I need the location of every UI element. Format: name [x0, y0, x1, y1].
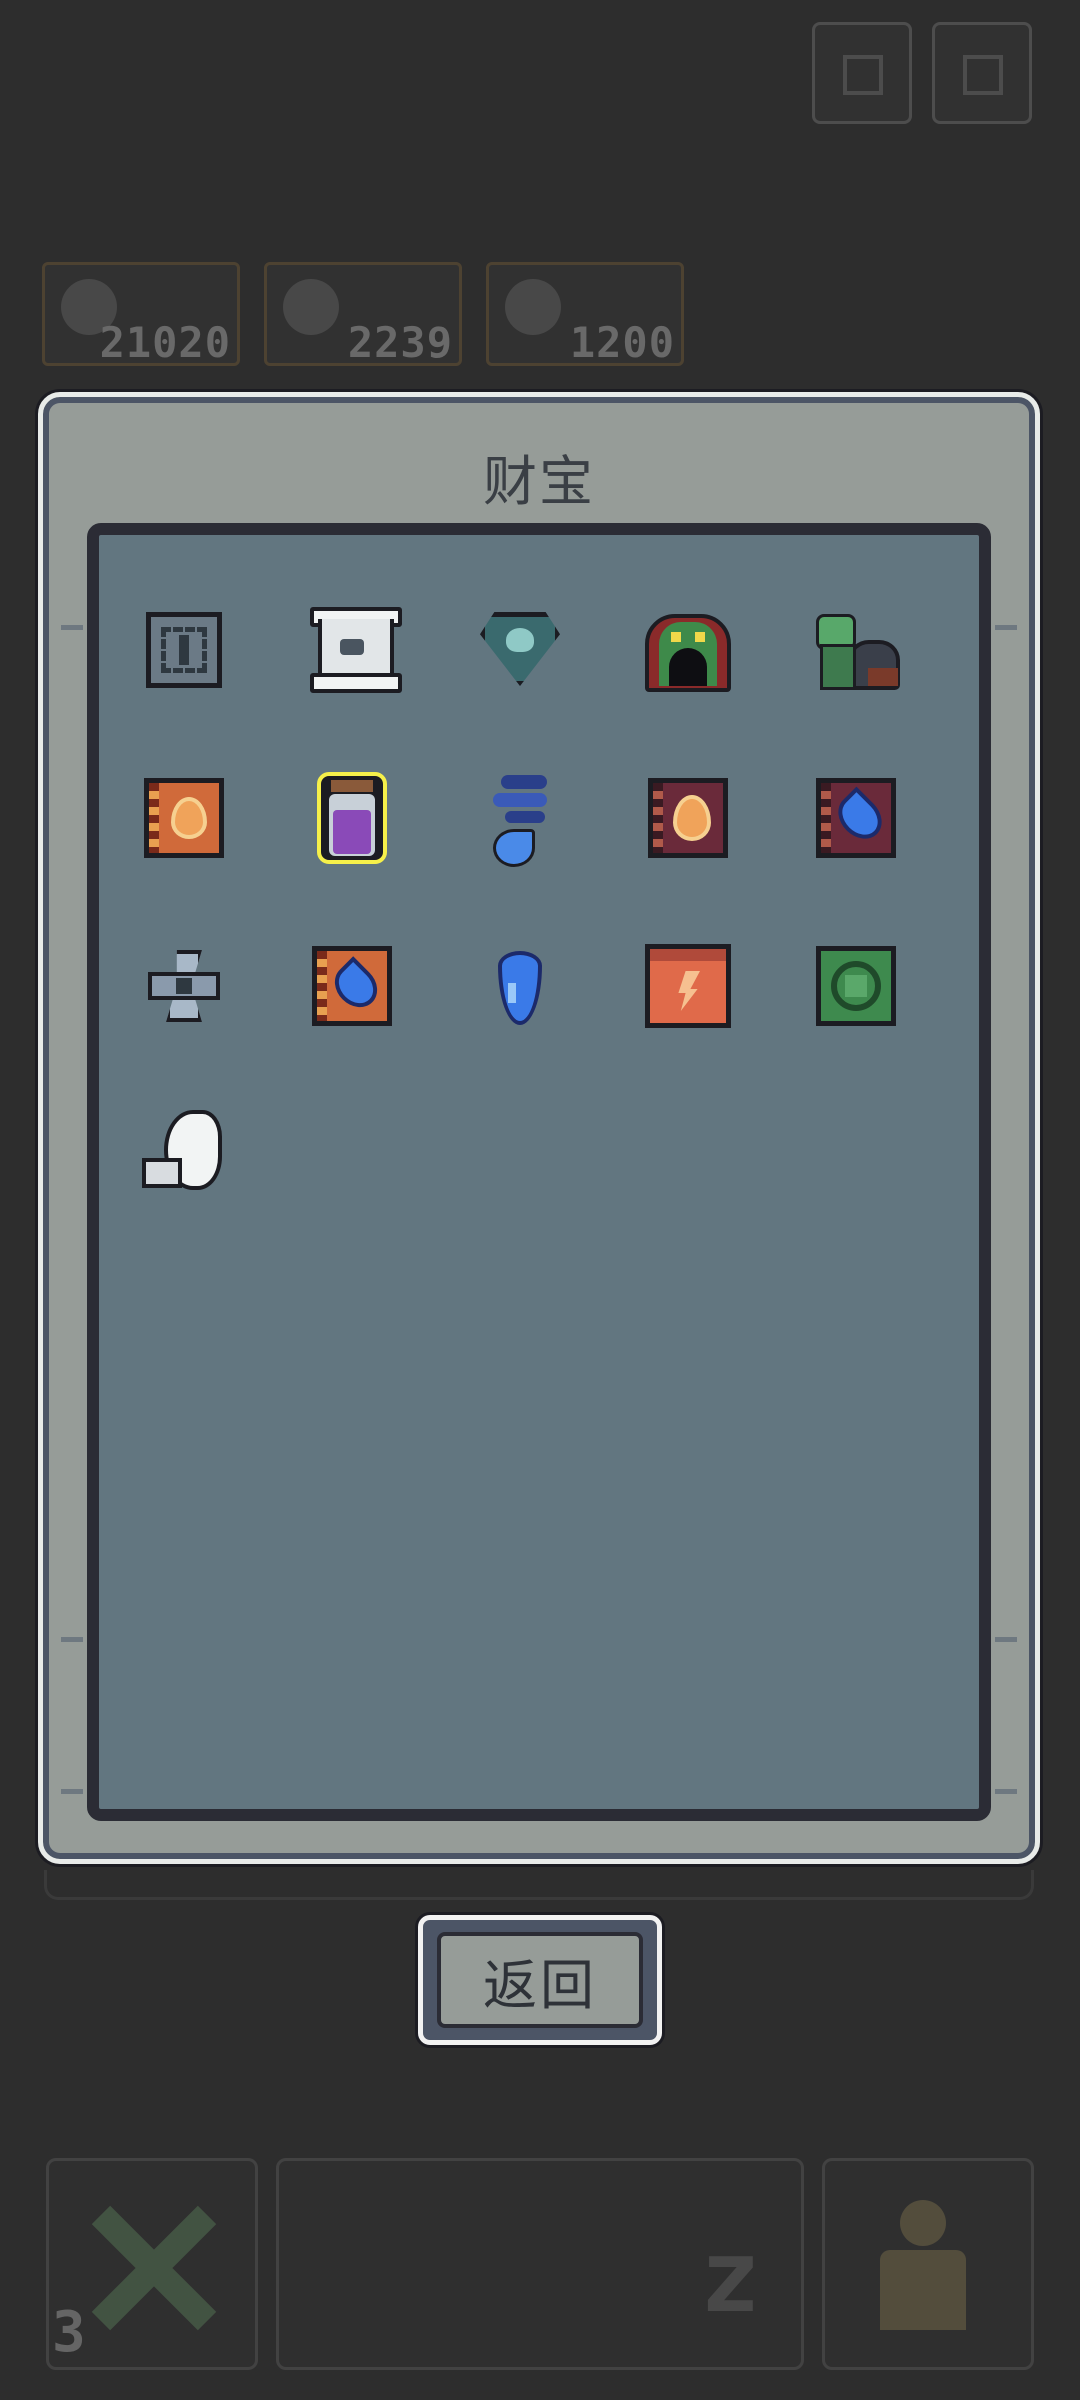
back-button[interactable]: 返回 [418, 1915, 662, 2045]
item-slot[interactable] [801, 595, 911, 705]
leaf-rune-icon [816, 946, 896, 1026]
treasure-dialog: 财宝 [38, 392, 1040, 1864]
item-slot[interactable] [129, 1099, 239, 1209]
rivet [995, 1789, 1017, 1794]
sleep-icon: z [700, 2218, 761, 2335]
dialog-shadow [44, 1870, 1034, 1900]
item-slot[interactable] [465, 763, 575, 873]
resource-value: 2239 [347, 318, 453, 367]
item-slot[interactable] [297, 595, 407, 705]
resource-counter-1: 21020 [42, 262, 240, 367]
bottom-count: 3 [52, 2300, 86, 2365]
fire-tome-icon [144, 778, 224, 858]
goblin-sack-icon [812, 608, 900, 692]
item-slot[interactable] [633, 763, 743, 873]
character-icon [900, 2200, 946, 2246]
water-drop-icon [494, 943, 546, 1029]
item-slot[interactable] [297, 763, 407, 873]
resource-icon [505, 279, 561, 335]
rivet [61, 1789, 83, 1794]
stone-block-icon [146, 612, 222, 688]
item-slot[interactable] [129, 595, 239, 705]
monster-hood-icon [645, 608, 731, 692]
fire-book-icon [648, 778, 728, 858]
resource-icon [283, 279, 339, 335]
scroll-icon [310, 607, 402, 693]
item-slot[interactable] [465, 931, 575, 1041]
menu-icon [843, 55, 883, 95]
item-slot[interactable] [633, 931, 743, 1041]
potion-jar-icon [317, 772, 387, 864]
top-menu-button-2[interactable] [932, 22, 1032, 124]
top-menu-button-1[interactable] [812, 22, 912, 124]
item-slot[interactable] [465, 595, 575, 705]
character-icon-body [880, 2250, 966, 2330]
shuriken-icon [144, 946, 224, 1026]
rivet [995, 625, 1017, 630]
rivet [61, 625, 83, 630]
item-slot[interactable] [801, 763, 911, 873]
heart-gem-icon [480, 610, 560, 690]
water-book-icon [816, 778, 896, 858]
settings-icon [963, 55, 1003, 95]
water-tome-icon [312, 946, 392, 1026]
back-button-label: 返回 [437, 1932, 643, 2028]
lightning-chest-icon [645, 944, 731, 1028]
dialog-title: 财宝 [483, 450, 595, 513]
item-panel [87, 523, 991, 1821]
item-slot[interactable] [129, 931, 239, 1041]
item-slot[interactable] [801, 931, 911, 1041]
resource-counter-2: 2239 [264, 262, 462, 367]
resource-value: 21020 [99, 318, 231, 367]
item-slot[interactable] [297, 931, 407, 1041]
resource-value: 1200 [569, 318, 675, 367]
item-slot[interactable] [633, 595, 743, 705]
item-slot[interactable] [129, 763, 239, 873]
wind-spirit-icon [485, 773, 555, 867]
rivet [61, 1637, 83, 1642]
resource-counter-3: 1200 [486, 262, 684, 367]
moon-feather-icon [142, 1110, 226, 1198]
rivet [995, 1637, 1017, 1642]
